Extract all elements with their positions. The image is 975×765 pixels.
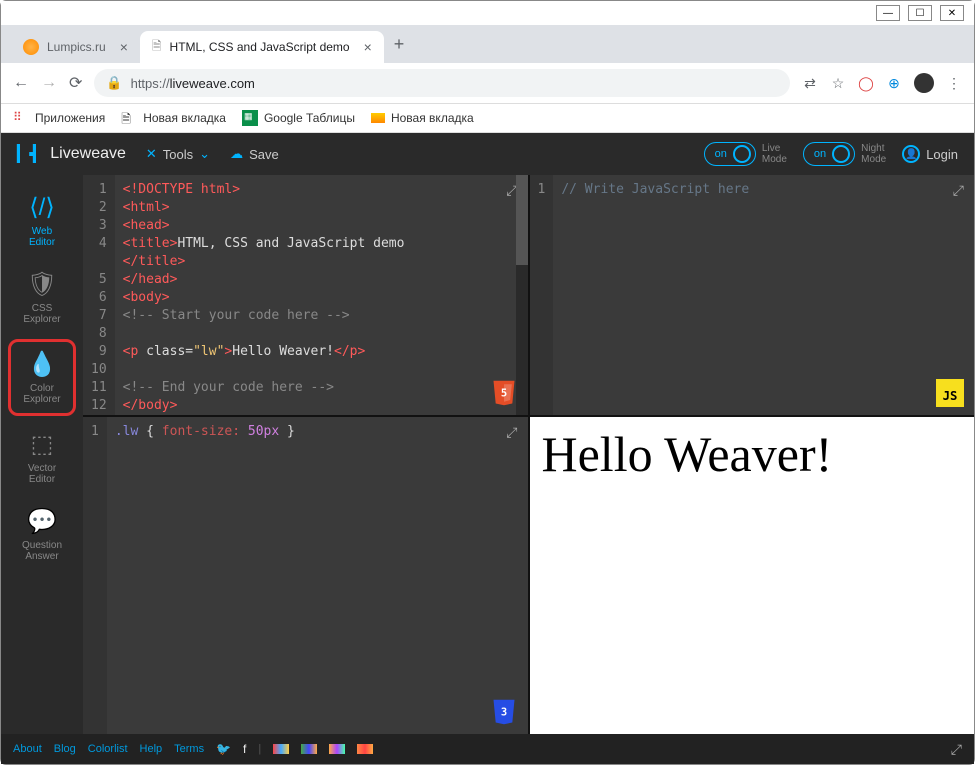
chevron-down-icon: ⌄ — [199, 146, 210, 162]
new-tab-button[interactable]: + — [384, 34, 415, 55]
footer-link-help[interactable]: Help — [140, 743, 163, 755]
html-panel[interactable]: 123456789101112 <!DOCTYPE html> <html> <… — [83, 175, 528, 415]
lock-icon: 🔒 — [106, 75, 122, 91]
sidebar-item-color-explorer[interactable]: 💧 Color Explorer — [8, 339, 76, 416]
footer-bar: About Blog Colorlist Help Terms 🐦 f | ⤢ — [1, 734, 974, 764]
tools-icon: ✕ — [146, 146, 157, 162]
twitter-icon[interactable]: 🐦 — [216, 742, 231, 756]
footer-link-blog[interactable]: Blog — [54, 743, 76, 755]
bookmark-item[interactable]: ▦ Google Таблицы — [242, 110, 355, 126]
code-icon: ⟨/⟩ — [29, 193, 54, 222]
bookmarks-bar: ⠿ Приложения 🗎 Новая вкладка ▦ Google Та… — [1, 104, 974, 133]
css-panel[interactable]: 1 .lw { font-size: 50px } ⤢ 3 — [83, 417, 528, 734]
maximize-button[interactable]: ☐ — [908, 5, 932, 21]
tab-liveweave[interactable]: 🗎 HTML, CSS and JavaScript demo × — [140, 31, 384, 63]
bookmark-item[interactable]: 🗎 Новая вкладка — [121, 110, 226, 126]
login-button[interactable]: 👤 Login — [902, 145, 958, 163]
page-icon: 🗎 — [121, 110, 137, 126]
opera-icon[interactable]: ◯ — [858, 75, 874, 91]
menu-icon[interactable]: ⋮ — [946, 75, 962, 91]
page-icon: 🗎 — [152, 37, 162, 58]
tab-title: Lumpics.ru — [47, 40, 106, 54]
globe-icon[interactable]: ⊕ — [886, 75, 902, 91]
close-icon[interactable]: × — [120, 39, 128, 55]
line-gutter: 1 — [530, 175, 554, 415]
url-text: https://liveweave.com — [131, 76, 255, 91]
browser-tab-bar: Lumpics.ru × 🗎 HTML, CSS and JavaScript … — [1, 25, 974, 63]
url-input[interactable]: 🔒 https://liveweave.com — [94, 69, 790, 97]
app-topbar: ▎▪▎ Liveweave ✕ Tools ⌄ ☁ Save on Live M… — [1, 133, 974, 175]
vector-icon: ⬚ — [31, 430, 54, 459]
drop-icon: 💧 — [27, 350, 57, 379]
line-gutter: 1 — [83, 417, 107, 734]
swatch-icon[interactable] — [329, 744, 345, 754]
js-badge: JS — [936, 379, 964, 407]
footer-link-about[interactable]: About — [13, 743, 42, 755]
svg-text:JS: JS — [943, 389, 958, 403]
js-code[interactable]: // Write JavaScript here — [553, 175, 974, 415]
css3-badge: 3 — [490, 698, 518, 726]
output-text: Hello Weaver! — [530, 417, 845, 734]
sidebar-item-web-editor[interactable]: ⟨/⟩ Web Editor — [8, 185, 76, 256]
swatch-icon[interactable] — [301, 744, 317, 754]
expand-icon[interactable]: ⤢ — [506, 425, 517, 441]
page-icon — [371, 113, 385, 123]
output-panel: Hello Weaver! — [530, 417, 975, 734]
user-icon: 👤 — [902, 145, 920, 163]
profile-avatar[interactable] — [914, 73, 934, 93]
line-gutter: 123456789101112 — [83, 175, 115, 415]
html-code[interactable]: <!DOCTYPE html> <html> <head> <title>HTM… — [115, 175, 528, 415]
toggle-knob — [733, 145, 751, 163]
css-code[interactable]: .lw { font-size: 50px } — [107, 417, 528, 734]
footer-link-colorlist[interactable]: Colorlist — [88, 743, 128, 755]
svg-text:3: 3 — [500, 707, 506, 719]
toggle-knob — [832, 145, 850, 163]
liveweave-logo[interactable]: ▎▪▎ Liveweave — [17, 144, 126, 164]
apps-bookmark[interactable]: ⠿ Приложения — [13, 110, 105, 126]
swatch-icon[interactable] — [273, 744, 289, 754]
night-mode-toggle[interactable]: on — [803, 142, 855, 166]
reload-button[interactable]: ⟳ — [69, 73, 82, 93]
logo-icon: ▎▪▎ — [17, 144, 44, 164]
swatch-icon[interactable] — [357, 744, 373, 754]
address-bar: ← → ⟳ 🔒 https://liveweave.com ⇄ ☆ ◯ ⊕ ⋮ — [1, 63, 974, 104]
bookmark-item[interactable]: Новая вкладка — [371, 111, 474, 125]
sidebar: ⟨/⟩ Web Editor 🛡 CSS Explorer 💧 Color Ex… — [1, 175, 83, 734]
favicon-icon — [23, 39, 39, 55]
back-button[interactable]: ← — [13, 74, 29, 92]
sidebar-item-question-answer[interactable]: 💬 Question Answer — [8, 499, 76, 570]
cloud-icon: ☁ — [230, 146, 243, 162]
html5-badge: 5 — [490, 379, 518, 407]
svg-text:5: 5 — [500, 388, 506, 400]
facebook-icon[interactable]: f — [243, 742, 246, 756]
close-icon[interactable]: × — [364, 39, 372, 55]
minimize-button[interactable]: — — [876, 5, 900, 21]
night-mode-label: Night Mode — [861, 143, 886, 165]
tools-dropdown[interactable]: ✕ Tools ⌄ — [146, 146, 210, 162]
live-mode-toggle[interactable]: on — [704, 142, 756, 166]
footer-link-terms[interactable]: Terms — [174, 743, 204, 755]
apps-icon: ⠿ — [13, 110, 29, 126]
close-button[interactable]: ✕ — [940, 5, 964, 21]
star-icon[interactable]: ☆ — [830, 75, 846, 91]
chat-icon: 💬 — [27, 507, 57, 536]
expand-icon[interactable]: ⤢ — [953, 183, 964, 199]
forward-button[interactable]: → — [41, 74, 57, 92]
scrollbar[interactable] — [516, 175, 528, 415]
live-mode-label: Live Mode — [762, 143, 787, 165]
tab-lumpics[interactable]: Lumpics.ru × — [11, 31, 140, 63]
sheets-icon: ▦ — [242, 110, 258, 126]
window-controls: — ☐ ✕ — [1, 1, 974, 25]
save-button[interactable]: ☁ Save — [230, 146, 279, 162]
js-panel[interactable]: 1 // Write JavaScript here ⤢ JS — [530, 175, 975, 415]
translate-icon[interactable]: ⇄ — [802, 75, 818, 91]
css3-icon: 🛡 — [27, 270, 57, 299]
tab-title: HTML, CSS and JavaScript demo — [170, 40, 350, 54]
sidebar-item-css-explorer[interactable]: 🛡 CSS Explorer — [8, 262, 76, 333]
expand-icon[interactable]: ⤢ — [951, 741, 962, 758]
sidebar-item-vector-editor[interactable]: ⬚ Vector Editor — [8, 422, 76, 493]
